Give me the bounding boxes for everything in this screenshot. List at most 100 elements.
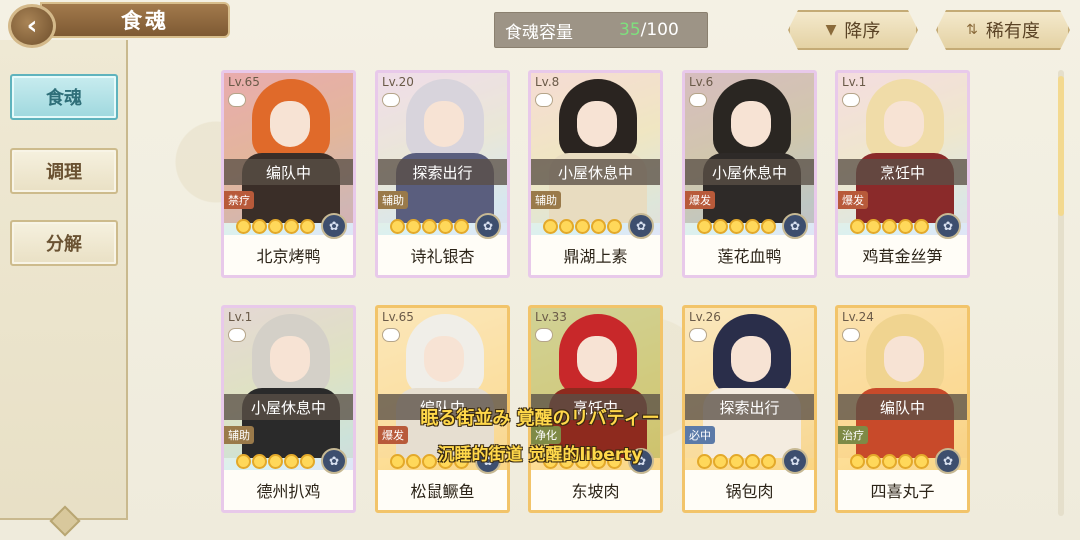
sidebar-item-label: 食魂 — [46, 88, 82, 109]
status-badge: 烹饪中 — [838, 159, 967, 185]
emblem-icon: ✿ — [628, 213, 654, 239]
emblem-icon: ✿ — [475, 213, 501, 239]
star-icon — [914, 219, 929, 234]
role-tag: 辅助 — [531, 191, 561, 209]
food-soul-name: 松鼠鳜鱼 — [378, 470, 507, 510]
sort-rarity-button[interactable]: ⇅ 稀有度 — [936, 10, 1070, 50]
food-soul-name: 鸡茸金丝笋 — [838, 235, 967, 275]
sidebar-item-food-souls[interactable]: 食魂 — [10, 74, 118, 120]
subtitle-line-2: 沉睡的街道 觉醒的liberty — [437, 445, 643, 465]
food-soul-name: 东坡肉 — [531, 470, 660, 510]
status-badge: 小屋休息中 — [531, 159, 660, 185]
star-icon — [697, 219, 712, 234]
sidebar-item-label: 分解 — [46, 234, 82, 255]
star-icon — [729, 219, 744, 234]
level-label: Lv.24 — [842, 310, 874, 324]
star-icon — [300, 219, 315, 234]
food-soul-card[interactable]: Lv.6 小屋休息中 爆发 ✿ 莲花血鸭 — [682, 70, 817, 278]
star-icon — [898, 219, 913, 234]
page-title-text: 食魂 — [121, 9, 169, 33]
star-rating — [543, 219, 622, 234]
level-label: Lv.20 — [382, 75, 414, 89]
sort-rarity-label: 稀有度 — [985, 21, 1040, 42]
food-soul-name: 诗礼银杏 — [378, 235, 507, 275]
star-icon — [866, 219, 881, 234]
lock-icon[interactable] — [228, 93, 246, 107]
capacity-max: /100 — [640, 20, 679, 40]
level-label: Lv.65 — [228, 75, 260, 89]
star-icon — [559, 219, 574, 234]
food-soul-name: 莲花血鸭 — [685, 235, 814, 275]
capacity-current: 35 — [619, 20, 641, 40]
subtitle-line-1: 眠る街並み 覚醒のリバティー — [420, 408, 660, 429]
filter-arrows-icon: ⇅ — [966, 22, 978, 38]
star-icon — [406, 219, 421, 234]
star-icon — [745, 219, 760, 234]
lock-icon[interactable] — [382, 328, 400, 342]
role-tag: 爆发 — [685, 191, 715, 209]
level-label: Lv.65 — [382, 310, 414, 324]
star-icon — [236, 219, 251, 234]
star-icon — [882, 219, 897, 234]
emblem-icon: ✿ — [782, 213, 808, 239]
status-badge: 小屋休息中 — [685, 159, 814, 185]
food-soul-name: 四喜丸子 — [838, 470, 967, 510]
food-soul-name: 德州扒鸡 — [224, 470, 353, 510]
status-badge: 探索出行 — [378, 159, 507, 185]
sidebar-item-training[interactable]: 调理 — [10, 148, 118, 194]
lock-icon[interactable] — [382, 93, 400, 107]
lock-icon[interactable] — [535, 328, 553, 342]
star-rating — [236, 219, 315, 234]
star-icon — [850, 219, 865, 234]
lock-icon[interactable] — [842, 328, 860, 342]
triangle-down-icon: ▼ — [825, 22, 837, 38]
level-label: Lv.1 — [228, 310, 253, 324]
role-tag: 爆发 — [838, 191, 868, 209]
food-soul-card[interactable]: Lv.20 探索出行 辅助 ✿ 诗礼银杏 — [375, 70, 510, 278]
star-icon — [575, 219, 590, 234]
star-rating — [850, 219, 929, 234]
chevron-left-icon: ‹ — [26, 11, 38, 41]
sidebar-item-decompose[interactable]: 分解 — [10, 220, 118, 266]
lock-icon[interactable] — [689, 93, 707, 107]
back-button[interactable]: ‹ — [8, 4, 56, 48]
lock-icon[interactable] — [689, 328, 707, 342]
capacity-display: 食魂容量 35 /100 — [494, 12, 708, 48]
food-soul-name: 锅包肉 — [685, 470, 814, 510]
emblem-icon: ✿ — [935, 213, 961, 239]
food-soul-card[interactable]: Lv.1 烹饪中 爆发 ✿ 鸡茸金丝笋 — [835, 70, 970, 278]
star-rating — [697, 219, 776, 234]
capacity-label: 食魂容量 — [505, 22, 573, 43]
lock-icon[interactable] — [228, 328, 246, 342]
level-label: Lv.8 — [535, 75, 560, 89]
food-soul-name: 北京烤鸭 — [224, 235, 353, 275]
sort-order-label: 降序 — [844, 21, 881, 42]
level-label: Lv.6 — [689, 75, 714, 89]
star-icon — [438, 219, 453, 234]
page-title: 食魂 — [40, 2, 230, 38]
sidebar-item-label: 调理 — [46, 162, 82, 183]
star-icon — [607, 219, 622, 234]
status-badge: 编队中 — [224, 159, 353, 185]
level-label: Lv.1 — [842, 75, 867, 89]
food-soul-card[interactable]: Lv.8 小屋休息中 辅助 ✿ 鼎湖上素 — [528, 70, 663, 278]
sort-order-button[interactable]: ▼ 降序 — [788, 10, 918, 50]
scrollbar-thumb[interactable] — [1058, 76, 1064, 216]
star-rating — [390, 219, 469, 234]
role-tag: 禁疗 — [224, 191, 254, 209]
star-icon — [284, 219, 299, 234]
lock-icon[interactable] — [535, 93, 553, 107]
star-icon — [390, 219, 405, 234]
star-icon — [591, 219, 606, 234]
lock-icon[interactable] — [842, 93, 860, 107]
level-label: Lv.33 — [535, 310, 567, 324]
star-icon — [252, 219, 267, 234]
star-icon — [543, 219, 558, 234]
food-soul-card[interactable]: Lv.65 编队中 禁疗 ✿ 北京烤鸭 — [221, 70, 356, 278]
food-soul-name: 鼎湖上素 — [531, 235, 660, 275]
star-icon — [422, 219, 437, 234]
star-icon — [268, 219, 283, 234]
star-icon — [761, 219, 776, 234]
star-icon — [454, 219, 469, 234]
emblem-icon: ✿ — [321, 213, 347, 239]
